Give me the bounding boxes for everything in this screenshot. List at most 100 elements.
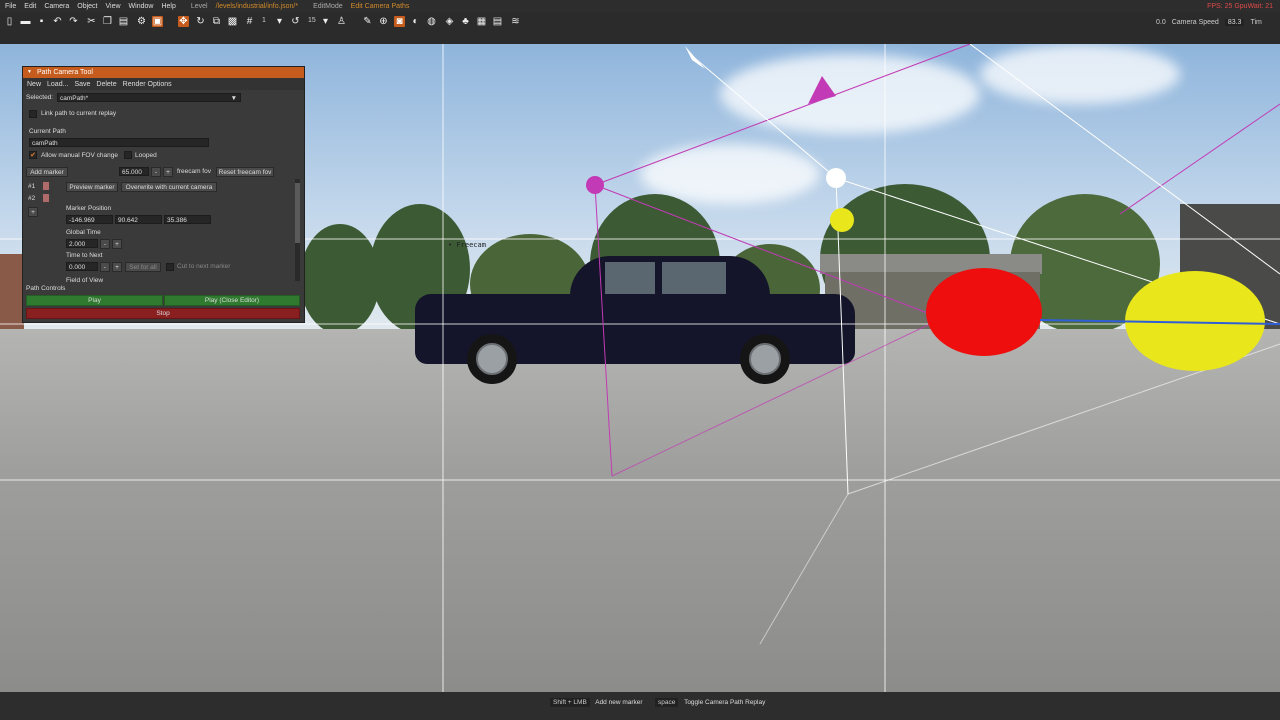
panel-menu: New Load... Save Delete Render Options xyxy=(23,78,304,90)
path-line xyxy=(611,323,931,477)
cut-to-next-checkbox[interactable] xyxy=(166,263,174,271)
add-circle-icon[interactable]: ⊕ xyxy=(378,16,389,27)
play-button[interactable]: Play xyxy=(26,295,163,306)
panel-title[interactable]: Path Camera Tool xyxy=(23,67,304,78)
position-y-input[interactable]: 90.642 xyxy=(115,215,162,224)
edit-mode-label: EditMode xyxy=(313,2,343,10)
copy-icon[interactable]: ❐ xyxy=(102,16,113,27)
fps-readout: FPS: 25 GpuWait: 21 xyxy=(1207,2,1273,10)
path-marker-1[interactable] xyxy=(586,176,604,194)
path-marker-2[interactable] xyxy=(826,168,846,188)
rotate-dropdown-icon[interactable]: ▾ xyxy=(320,16,331,27)
rotate-snap-icon[interactable]: ↺ xyxy=(290,16,301,27)
chevron-down-icon: ▼ xyxy=(230,95,237,102)
path-line xyxy=(594,184,931,315)
menu-view[interactable]: View xyxy=(105,3,120,10)
menu-edit[interactable]: Edit xyxy=(24,3,36,10)
menu-camera[interactable]: Camera xyxy=(44,3,69,10)
decal-icon[interactable]: ▤ xyxy=(492,16,503,27)
river-icon[interactable]: ≋ xyxy=(510,16,521,27)
view-line xyxy=(759,493,849,645)
global-time-increase[interactable]: + xyxy=(112,239,122,249)
position-x-input[interactable]: -146.969 xyxy=(66,215,113,224)
stop-button[interactable]: Stop xyxy=(26,308,300,319)
red-sphere[interactable] xyxy=(926,268,1042,356)
paste-icon[interactable]: ▤ xyxy=(118,16,129,27)
current-path-label: Current Path xyxy=(29,128,66,135)
layers-icon[interactable]: ◈ xyxy=(444,16,455,27)
pencil-icon[interactable]: ✎ xyxy=(362,16,373,27)
menu-render-options[interactable]: Render Options xyxy=(123,81,172,88)
time-to-next-decrease[interactable]: - xyxy=(100,262,110,272)
link-path-label: Link path to current replay xyxy=(41,110,117,117)
time-to-next-input[interactable]: 0.000 xyxy=(66,262,98,271)
menu-object[interactable]: Object xyxy=(77,3,97,10)
scale-icon[interactable]: ⧉ xyxy=(211,16,222,27)
field-of-view-label: Field of View xyxy=(66,277,104,282)
marker-1-color-swatch xyxy=(43,182,49,190)
reset-freecam-fov-button[interactable]: Reset freecam fov xyxy=(216,167,274,177)
undo-icon[interactable]: ↶ xyxy=(52,16,63,27)
menu-file[interactable]: File xyxy=(5,3,16,10)
add-marker-button[interactable]: Add marker xyxy=(26,167,68,177)
position-z-input[interactable]: 35.386 xyxy=(164,215,211,224)
menu-load[interactable]: Load... xyxy=(47,81,68,88)
fov-decrease-button[interactable]: - xyxy=(151,167,161,177)
person-icon[interactable]: ♙ xyxy=(336,16,347,27)
path-marker-3[interactable] xyxy=(830,208,854,232)
rotate-snap-value[interactable]: 15 xyxy=(308,17,316,24)
menu-help[interactable]: Help xyxy=(161,3,175,10)
grid-icon[interactable]: # xyxy=(244,16,255,27)
marker-position-label: Marker Position xyxy=(66,205,112,212)
menu-window[interactable]: Window xyxy=(129,3,154,10)
global-time-input[interactable]: 2.000 xyxy=(66,239,98,248)
road-icon[interactable]: ▦ xyxy=(476,16,487,27)
path-camera-tool-panel: Path Camera Tool New Load... Save Delete… xyxy=(22,66,305,323)
gear-icon[interactable]: ⚙ xyxy=(136,16,147,27)
redo-icon[interactable]: ↷ xyxy=(68,16,79,27)
camera-path-icon[interactable]: ◙ xyxy=(394,16,405,27)
overwrite-camera-button[interactable]: Overwrite with current camera xyxy=(121,182,217,192)
allow-fov-checkbox[interactable]: ✔ xyxy=(29,151,37,159)
path-controls-label: Path Controls xyxy=(26,285,66,292)
markers-scrollbar[interactable] xyxy=(295,179,300,281)
transform-icon[interactable]: ▩ xyxy=(227,16,238,27)
edit-mode-value: Edit Camera Paths xyxy=(350,2,410,10)
looped-checkbox[interactable] xyxy=(124,151,132,159)
save-icon[interactable]: ▪ xyxy=(36,16,47,27)
vehicle-icon[interactable]: ▣ xyxy=(152,16,163,27)
hint-toggle-replay: space Toggle Camera Path Replay xyxy=(655,697,765,708)
allow-fov-label: Allow manual FOV change xyxy=(41,152,118,159)
selected-path-dropdown[interactable]: camPath* ▼ xyxy=(57,93,241,102)
menu-bar: File Edit Camera Object View Window Help… xyxy=(0,0,1280,12)
rotate-icon[interactable]: ↻ xyxy=(195,16,206,27)
camera-speed-value[interactable]: 83.3 xyxy=(1224,18,1245,26)
preview-marker-button[interactable]: Preview marker xyxy=(66,182,118,192)
menu-save[interactable]: Save xyxy=(74,81,90,88)
time-to-next-increase[interactable]: + xyxy=(112,262,122,272)
snap-dropdown-icon[interactable]: ▾ xyxy=(274,16,285,27)
play-close-editor-button[interactable]: Play (Close Editor) xyxy=(164,295,300,306)
set-for-all-button[interactable]: Set for all xyxy=(125,262,161,272)
selected-label: Selected: xyxy=(26,94,54,101)
new-file-icon[interactable]: ▯ xyxy=(4,16,15,27)
fov-input[interactable]: 65.000 xyxy=(119,167,149,176)
snap-value[interactable]: 1 xyxy=(262,17,266,24)
fov-increase-button[interactable]: + xyxy=(163,167,173,177)
menu-new[interactable]: New xyxy=(27,81,41,88)
hint-text: Toggle Camera Path Replay xyxy=(684,699,766,706)
move-icon[interactable]: ✥ xyxy=(178,16,189,27)
menu-delete[interactable]: Delete xyxy=(96,81,116,88)
terrain-icon[interactable]: ◐ xyxy=(410,16,421,27)
marker-1-label[interactable]: #1 xyxy=(28,183,35,190)
material-icon[interactable]: ◍ xyxy=(426,16,437,27)
open-folder-icon[interactable]: ▬ xyxy=(20,16,31,27)
link-path-checkbox[interactable] xyxy=(29,110,37,118)
current-path-input[interactable]: camPath xyxy=(29,138,209,147)
add-marker-small-button[interactable]: + xyxy=(28,207,38,217)
forest-icon[interactable]: ♣ xyxy=(460,16,471,27)
marker-2-label[interactable]: #2 xyxy=(28,195,35,202)
scrollbar-thumb[interactable] xyxy=(295,183,300,243)
cut-icon[interactable]: ✂ xyxy=(86,16,97,27)
global-time-decrease[interactable]: - xyxy=(100,239,110,249)
